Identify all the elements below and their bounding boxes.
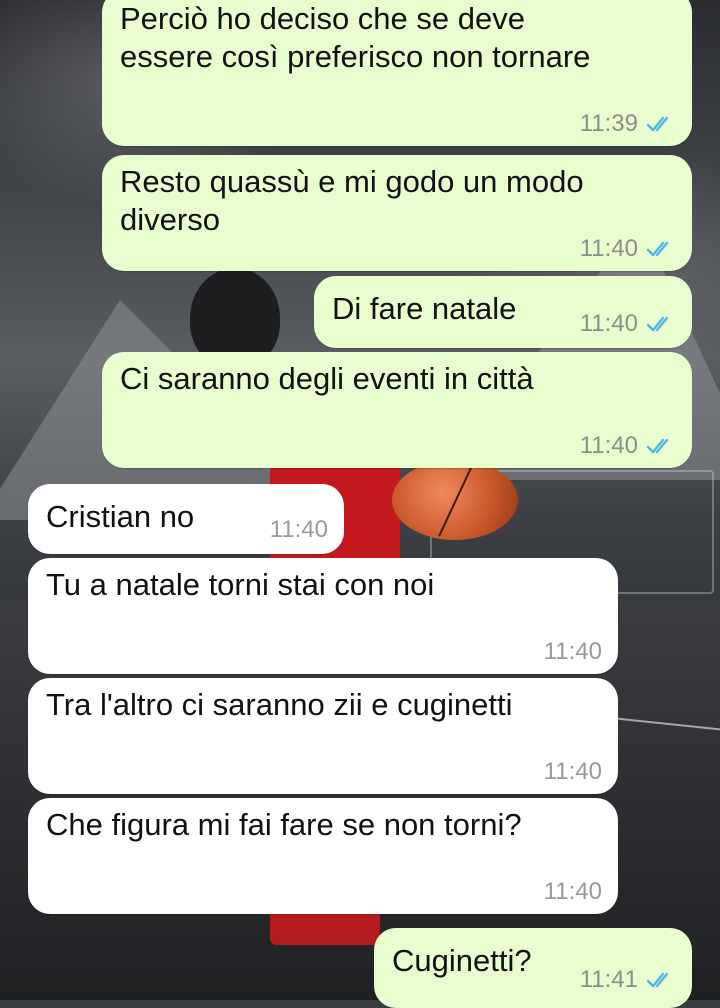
message-time: 11:40 bbox=[543, 758, 602, 785]
message-time: 11:40 bbox=[543, 878, 602, 905]
message-bubble-outgoing[interactable]: Ci saranno degli eventi in città 11:40 bbox=[102, 352, 692, 468]
double-check-icon bbox=[646, 314, 676, 334]
message-list[interactable]: Perciò ho deciso che se deve essere così… bbox=[0, 0, 720, 1008]
message-meta: 11:40 bbox=[544, 758, 602, 786]
message-meta: 11:40 bbox=[544, 638, 602, 666]
message-time: 11:40 bbox=[579, 310, 638, 337]
message-bubble-outgoing[interactable]: Perciò ho deciso che se deve essere così… bbox=[102, 0, 692, 146]
message-time: 11:40 bbox=[579, 235, 638, 262]
message-bubble-outgoing[interactable]: Di fare natale 11:40 bbox=[314, 276, 692, 348]
message-time: 11:39 bbox=[579, 110, 638, 137]
message-meta: 11:40 bbox=[580, 310, 676, 338]
message-time: 11:40 bbox=[269, 516, 328, 543]
double-check-icon bbox=[646, 114, 676, 134]
message-time: 11:40 bbox=[543, 638, 602, 665]
message-text: Che figura mi fai fare se non torni? bbox=[46, 807, 522, 842]
double-check-icon bbox=[646, 970, 676, 990]
message-meta: 11:40 bbox=[544, 878, 602, 906]
double-check-icon bbox=[646, 239, 676, 259]
message-meta: 11:40 bbox=[580, 235, 676, 263]
double-check-icon bbox=[646, 436, 676, 456]
message-meta: 11:40 bbox=[580, 432, 676, 460]
message-text: Tu a natale torni stai con noi bbox=[46, 567, 435, 602]
message-meta: 11:40 bbox=[270, 516, 328, 544]
message-bubble-incoming[interactable]: Cristian no 11:40 bbox=[28, 484, 344, 554]
message-time: 11:40 bbox=[579, 432, 638, 459]
message-bubble-incoming[interactable]: Tra l'altro ci saranno zii e cuginetti 1… bbox=[28, 678, 618, 794]
message-text: Perciò ho deciso che se deve essere così… bbox=[120, 1, 591, 74]
message-meta: 11:39 bbox=[580, 110, 676, 138]
message-bubble-incoming[interactable]: Che figura mi fai fare se non torni? 11:… bbox=[28, 798, 618, 914]
message-text: Tra l'altro ci saranno zii e cuginetti bbox=[46, 687, 513, 722]
message-bubble-outgoing[interactable]: Cuginetti? 11:41 bbox=[374, 928, 692, 1008]
message-text: Resto quassù e mi godo un modo diverso bbox=[120, 164, 584, 237]
message-text: Ci saranno degli eventi in città bbox=[120, 361, 534, 396]
message-bubble-outgoing[interactable]: Resto quassù e mi godo un modo diverso 1… bbox=[102, 155, 692, 271]
message-meta: 11:41 bbox=[580, 966, 676, 994]
message-bubble-incoming[interactable]: Tu a natale torni stai con noi 11:40 bbox=[28, 558, 618, 674]
message-time: 11:41 bbox=[579, 966, 638, 993]
